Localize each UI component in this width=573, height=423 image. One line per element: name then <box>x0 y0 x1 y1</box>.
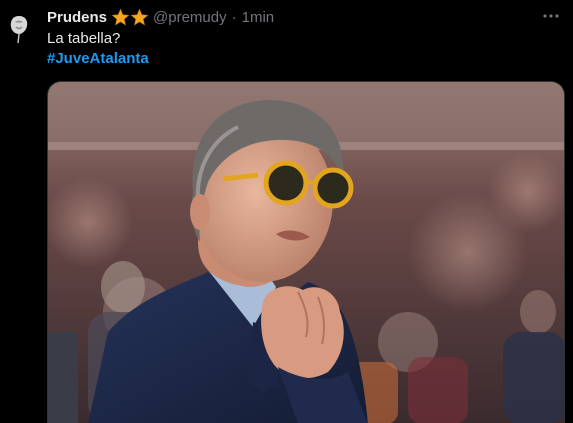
avatar[interactable] <box>8 14 30 44</box>
avatar-icon <box>10 16 28 44</box>
display-name[interactable]: Prudens <box>47 9 107 26</box>
tweet-header: Prudens @premudy · 1min <box>47 7 274 27</box>
photo-image <box>48 82 564 423</box>
tweet-body: La tabella? <box>47 30 121 47</box>
more-icon <box>543 14 559 18</box>
star-icon <box>111 8 130 25</box>
hashtag-link[interactable]: #JuveAtalanta <box>47 49 149 69</box>
tweet-photo[interactable] <box>47 81 565 423</box>
user-handle[interactable]: @premudy <box>153 9 227 26</box>
timestamp[interactable]: 1min <box>242 9 275 26</box>
star-icon <box>130 8 149 25</box>
more-options-button[interactable] <box>539 6 563 26</box>
separator-dot: · <box>231 8 237 26</box>
tweet[interactable]: Prudens @premudy · 1min La tabella? #Juv… <box>0 0 573 423</box>
tweet-text: La tabella? #JuveAtalanta <box>47 29 149 69</box>
badge-stars <box>111 8 149 27</box>
